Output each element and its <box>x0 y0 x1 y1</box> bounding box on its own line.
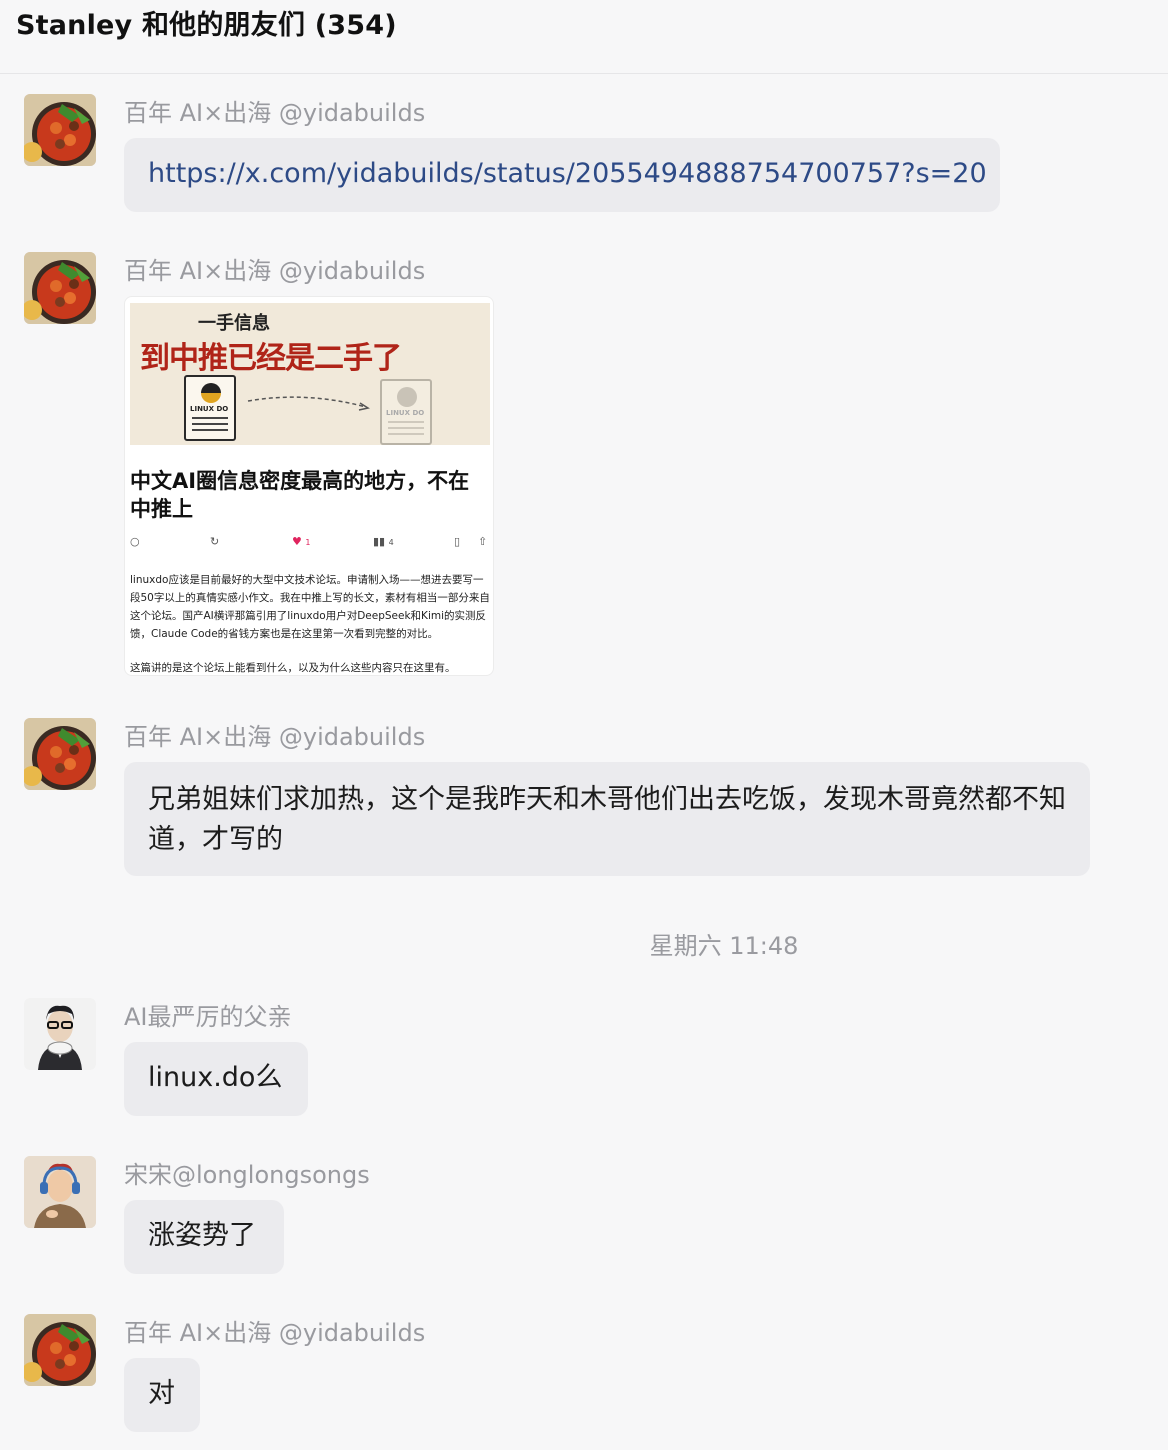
sender-name[interactable]: 百年 AI×出海 @yidabuilds <box>124 256 425 286</box>
document-icon: LINUX DO <box>184 375 236 441</box>
message-text[interactable]: 兄弟姐妹们求加热，这个是我昨天和木哥他们出去吃饭，发现木哥竟然都不知道，才写的 <box>124 762 1090 876</box>
like-icon: ♥ 1 <box>292 535 311 548</box>
message-text[interactable]: linux.do么 <box>124 1042 308 1116</box>
banner-headline: 到中推已经是二手了 <box>140 341 402 376</box>
sender-name[interactable]: AI最严厉的父亲 <box>124 1002 292 1032</box>
retweet-icon: ↻ <box>210 535 220 548</box>
article-body: linuxdo应该是目前最好的大型中文技术论坛。申请制入场——想进去要写一段50… <box>130 574 490 674</box>
sender-name[interactable]: 宋宋@longlongsongs <box>124 1160 370 1190</box>
food-bowl-avatar-icon[interactable] <box>24 94 96 166</box>
message-text[interactable]: 涨姿势了 <box>124 1200 284 1274</box>
message-link[interactable]: https://x.com/yidabuilds/status/20554948… <box>124 138 1000 212</box>
group-title: Stanley 和他的朋友们 (354) <box>16 10 397 41</box>
man-with-glasses-avatar-icon[interactable] <box>24 998 96 1070</box>
sender-name[interactable]: 百年 AI×出海 @yidabuilds <box>124 722 425 752</box>
message-text[interactable]: 对 <box>124 1358 200 1432</box>
bookmark-icon: ▯ <box>454 535 461 548</box>
food-bowl-avatar-icon[interactable] <box>24 252 96 324</box>
timestamp-divider: 星期六 11:48 <box>649 932 799 960</box>
food-bowl-avatar-icon[interactable] <box>24 718 96 790</box>
views-icon: ▮▮ 4 <box>373 535 394 548</box>
share-icon: ⇧ <box>478 535 488 548</box>
sender-name[interactable]: 百年 AI×出海 @yidabuilds <box>124 98 425 128</box>
article-banner: 一手信息 到中推已经是二手了 LINUX DO LINUX DO <box>130 303 490 445</box>
tweet-actions: ○ ↻ ♥ 1 ▮▮ 4 ▯ ⇧ <box>130 535 490 553</box>
image-message[interactable]: 一手信息 到中推已经是二手了 LINUX DO LINUX DO 中文AI圈信息… <box>124 296 494 676</box>
man-with-headphones-avatar-icon[interactable] <box>24 1156 96 1228</box>
reply-icon: ○ <box>130 535 140 548</box>
article-title: 中文AI圈信息密度最高的地方，不在中推上 <box>130 469 470 521</box>
document-faded-icon: LINUX DO <box>380 379 432 445</box>
sender-name[interactable]: 百年 AI×出海 @yidabuilds <box>124 1318 425 1348</box>
banner-subtitle: 一手信息 <box>198 313 270 334</box>
food-bowl-avatar-icon[interactable] <box>24 1314 96 1386</box>
chat-header: Stanley 和他的朋友们 (354) <box>0 0 1168 74</box>
arrow-icon <box>247 396 370 411</box>
